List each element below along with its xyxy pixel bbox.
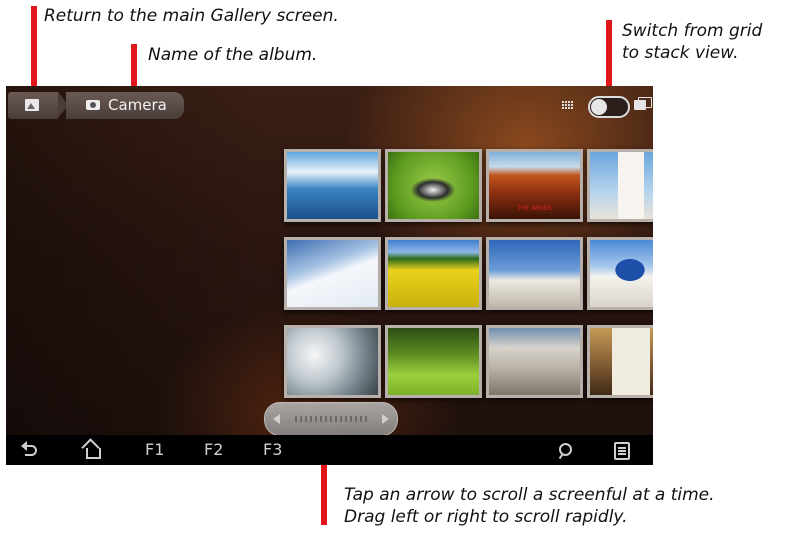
breadcrumb: Camera	[6, 92, 206, 119]
callout-switch-line1: Switch from grid	[622, 21, 763, 41]
album-name: Camera	[108, 96, 167, 114]
left-arrow-icon[interactable]	[273, 414, 280, 424]
callout-scroll-line1: Tap an arrow to scroll a screenful at a …	[344, 485, 715, 505]
thumbnail-hillside-town[interactable]	[486, 325, 583, 398]
camera-icon	[86, 100, 100, 110]
view-switch[interactable]	[562, 94, 652, 118]
callout-album-name: Name of the album.	[148, 45, 318, 65]
home-icon[interactable]	[83, 435, 103, 465]
search-icon[interactable]	[555, 435, 575, 465]
thumbnail-caption: THE WINDS	[517, 205, 552, 212]
album-title-button[interactable]: Camera	[66, 92, 184, 119]
menu-icon[interactable]	[612, 435, 632, 465]
thumbnail-white-chapel[interactable]	[587, 325, 653, 398]
pointer-gallery	[31, 6, 37, 90]
pointer-view-switch	[606, 20, 612, 92]
view-toggle[interactable]	[588, 96, 630, 118]
toggle-knob	[591, 99, 607, 115]
gallery-icon	[25, 99, 39, 111]
thumbnail-blue-dome-church[interactable]	[587, 237, 653, 310]
thumbnail-church-bell-tower[interactable]	[587, 149, 653, 222]
back-icon[interactable]	[21, 435, 42, 465]
thumbnail-forest-lawn[interactable]	[385, 325, 482, 398]
thumbnail-yellow-flower-field[interactable]	[385, 237, 482, 310]
thumbnail-snow-slope[interactable]	[284, 237, 381, 310]
grid-icon	[562, 101, 574, 110]
f1-button[interactable]: F1	[145, 435, 164, 465]
gallery-screen: Camera THE WINDS F1 F2 F3	[6, 86, 653, 465]
scroll-handle[interactable]	[295, 416, 367, 422]
gallery-home-button[interactable]	[8, 92, 58, 119]
thumbnail-lake-mountains[interactable]	[284, 149, 381, 222]
thumbnail-green-field-cow[interactable]	[385, 149, 482, 222]
callout-scroll-line2: Drag left or right to scroll rapidly.	[344, 507, 628, 527]
thumbnail-windmill[interactable]	[486, 237, 583, 310]
callout-gallery: Return to the main Gallery screen.	[44, 6, 339, 26]
scroll-bar[interactable]	[264, 402, 398, 436]
system-bar: F1 F2 F3	[6, 435, 653, 465]
f2-button[interactable]: F2	[204, 435, 223, 465]
thumbnail-frosted-trees[interactable]	[284, 325, 381, 398]
callout-switch-line2: to stack view.	[622, 43, 739, 63]
right-arrow-icon[interactable]	[382, 414, 389, 424]
f3-button[interactable]: F3	[263, 435, 282, 465]
pointer-album-name	[131, 44, 137, 90]
thumbnail-red-desert-mesa[interactable]: THE WINDS	[486, 149, 583, 222]
stack-icon	[634, 97, 652, 110]
